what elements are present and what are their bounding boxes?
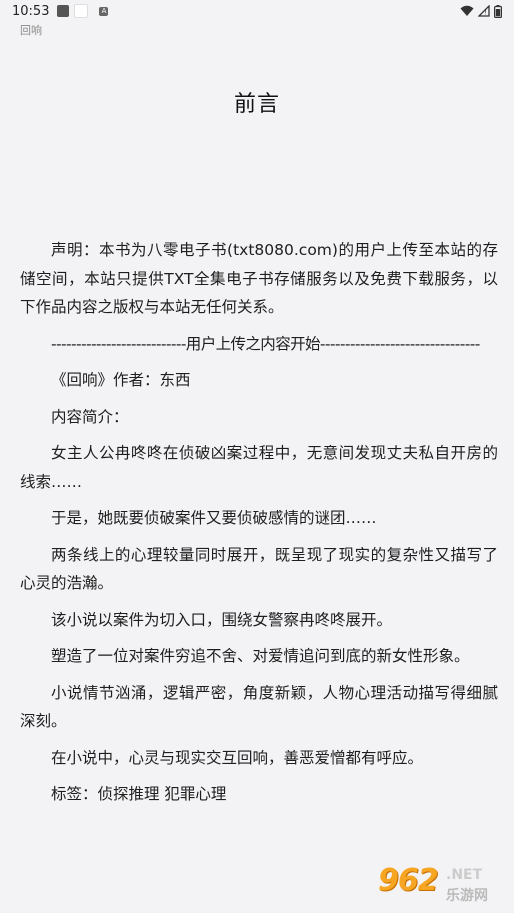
- paragraph: 小说情节汹涌，逻辑严密，角度新颖，人物心理活动描写得细腻深刻。: [20, 683, 498, 731]
- status-time: 10:53: [12, 3, 50, 19]
- paragraph: 塑造了一位对案件穷追不舍、对爱情追问到底的新女性形象。: [51, 647, 470, 665]
- paragraph: 标签：侦探推理 犯罪心理: [51, 785, 227, 803]
- book-name: 回响: [20, 24, 42, 37]
- paragraph: 女主人公冉咚咚在侦破凶案过程中，无意间发现丈夫私自开房的线索……: [20, 444, 498, 491]
- chapter-content[interactable]: 声明：本书为八零电子书(txt8080.com)的用户上传至本站的存储空间，本站…: [20, 236, 498, 817]
- status-bar: 10:53 A !: [0, 0, 514, 22]
- wifi-icon: [460, 5, 474, 16]
- signal-icon: !: [478, 5, 490, 17]
- battery-icon: [494, 4, 502, 18]
- status-right-icons: !: [460, 4, 502, 18]
- app-square-icon: [57, 5, 70, 17]
- paragraph: 于是，她既要侦破案件又要侦破感情的谜团……: [51, 509, 377, 527]
- paragraph: 内容简介：: [51, 407, 129, 426]
- app-square-white-icon: [74, 4, 89, 18]
- paragraph: 两条线上的心理较量同时展开，既呈现了现实的复杂性又描写了心灵的浩瀚。: [20, 545, 498, 593]
- a-notification-icon: A: [99, 6, 109, 16]
- watermark-logo: 962 .NET 乐游网: [368, 861, 508, 909]
- paragraph: 该小说以案件为切入口，围绕女警察冉咚咚展开。: [51, 610, 393, 629]
- paragraph: 声明：本书为八零电子书(txt8080.com)的用户上传至本站的存储空间，本站…: [20, 241, 498, 316]
- watermark-site: 乐游网: [446, 888, 488, 904]
- watermark-number: 962: [378, 863, 439, 898]
- paragraph: 《回响》作者：东西: [51, 371, 191, 389]
- chapter-title: 前言: [233, 92, 280, 117]
- paragraph: 在小说中，心灵与现实交互回响，善恶爱憎都有呼应。: [51, 748, 424, 767]
- watermark-suffix: .NET: [446, 867, 483, 883]
- svg-text:!: !: [485, 10, 487, 17]
- paragraph: ---------------------------用户上传之内容开始----…: [51, 334, 480, 353]
